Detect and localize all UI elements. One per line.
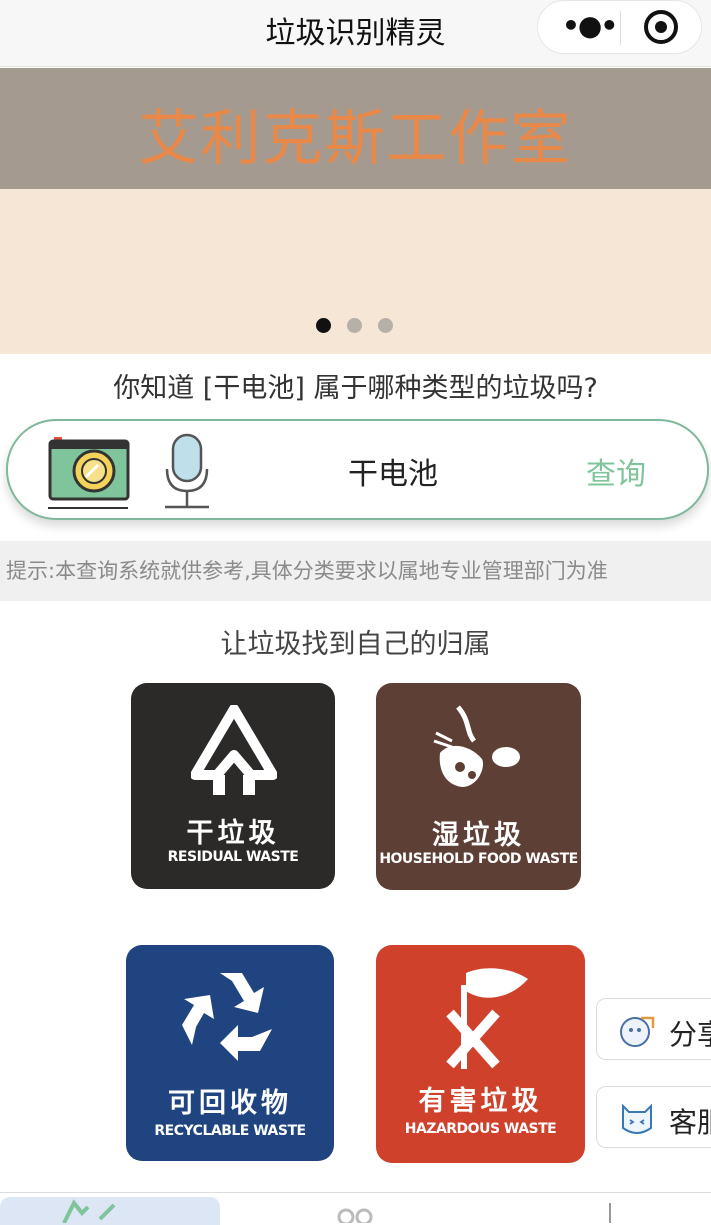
category-en-label: HOUSEHOLD FOOD WASTE: [379, 851, 578, 867]
more-dots-icon[interactable]: •●•: [562, 9, 618, 42]
quiz-question: 你知道 [干电池] 属于哪种类型的垃圾吗?: [113, 373, 598, 404]
category-cn-label: 有害垃圾: [418, 1086, 543, 1117]
share-button[interactable]: 分享: [596, 998, 711, 1060]
camera-icon[interactable]: [48, 431, 130, 511]
search-button[interactable]: 查询: [586, 449, 646, 493]
search-bar: 干电池 查询: [6, 419, 709, 520]
search-input[interactable]: 干电池: [348, 449, 438, 493]
category-food-waste[interactable]: 湿垃圾 HOUSEHOLD FOOD WASTE: [376, 683, 581, 890]
category-cn-label: 可回收物: [168, 1088, 292, 1119]
home-tab-icon: [62, 1199, 116, 1223]
share-icon: [620, 1016, 655, 1047]
banner-band: 艾利克斯工作室: [0, 68, 711, 189]
category-en-label: RECYCLABLE WASTE: [154, 1123, 306, 1139]
hazardous-icon: [446, 968, 528, 1069]
carousel-dot[interactable]: [347, 318, 362, 333]
category-cn-label: 干垃圾: [186, 818, 280, 849]
share-label: 分享: [669, 1018, 711, 1051]
customer-service-icon: [622, 1103, 652, 1134]
category-tab-icon[interactable]: [334, 1203, 376, 1223]
navigation-bar: 垃圾识别精灵 •●•: [0, 0, 711, 67]
banner-title: 艾利克斯工作室: [138, 104, 573, 174]
section-title: 让垃圾找到自己的归属: [220, 629, 491, 660]
category-residual-waste[interactable]: 干垃圾 RESIDUAL WASTE: [131, 683, 335, 889]
carousel-dot-active[interactable]: [316, 318, 331, 333]
customer-service-label: 客服: [669, 1106, 711, 1139]
mini-program-capsule: •●•: [537, 0, 702, 54]
customer-service-button[interactable]: 客服: [596, 1086, 711, 1148]
tip-text: 提示:本查询系统就供参考,具体分类要求以属地专业管理部门为准: [6, 559, 608, 583]
recycle-icon: [182, 973, 272, 1061]
profile-tab-icon[interactable]: [600, 1203, 620, 1223]
residual-waste-icon: [191, 705, 277, 795]
target-close-icon[interactable]: [644, 10, 678, 44]
disclaimer-tip: 提示:本查询系统就供参考,具体分类要求以属地专业管理部门为准: [0, 541, 711, 601]
category-recyclable[interactable]: 可回收物 RECYCLABLE WASTE: [126, 945, 334, 1161]
category-en-label: HAZARDOUS WASTE: [404, 1121, 557, 1137]
microphone-icon[interactable]: [161, 433, 211, 511]
category-hazardous[interactable]: 有害垃圾 HAZARDOUS WASTE: [376, 945, 585, 1163]
carousel-dot[interactable]: [378, 318, 393, 333]
category-en-label: RESIDUAL WASTE: [167, 849, 299, 865]
banner-carousel[interactable]: 艾利克斯工作室: [0, 68, 711, 354]
food-waste-icon: [433, 705, 520, 787]
carousel-indicators: [316, 318, 409, 337]
capsule-divider: [620, 11, 621, 45]
category-cn-label: 湿垃圾: [432, 820, 525, 851]
tab-bar: [0, 1192, 711, 1225]
